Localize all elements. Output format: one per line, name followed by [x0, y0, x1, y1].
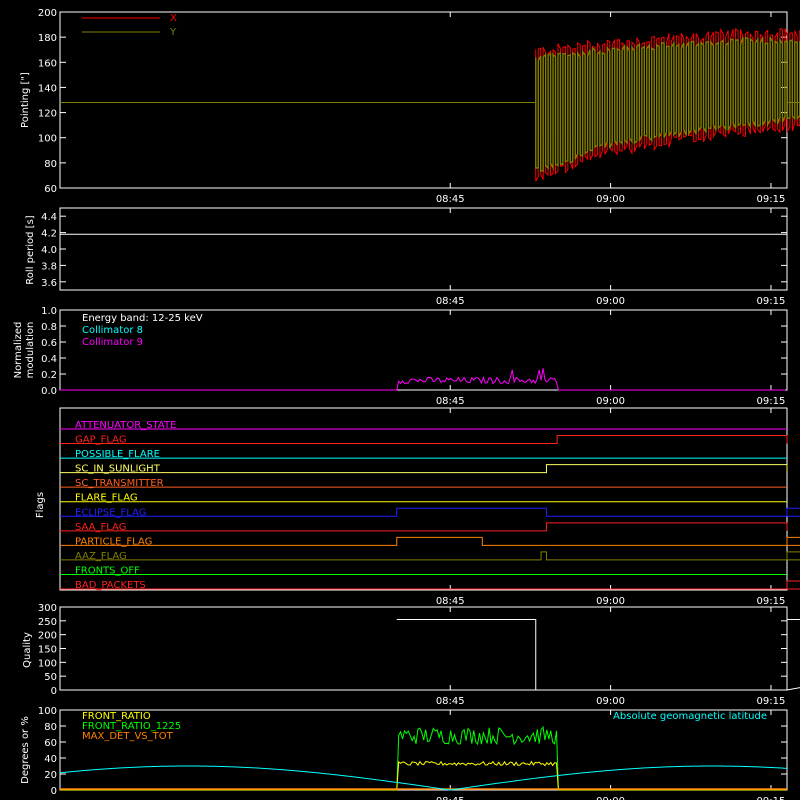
figure-background — [0, 0, 800, 800]
geomagnetic-ytick-label: 100 — [38, 706, 57, 717]
modulation-ytick-label: 0.4 — [41, 354, 57, 365]
flags-xtick-label: 09:00 — [596, 596, 625, 607]
roll-xtick-label: 09:00 — [596, 296, 625, 307]
modulation-xtick-label: 09:15 — [757, 396, 786, 407]
ylabel-roll: Roll period [s] — [25, 215, 36, 284]
legend-collimator-9: Collimator 9 — [82, 337, 143, 348]
pointing-ytick-label: 60 — [44, 184, 57, 195]
modulation-ytick-label: 1.0 — [41, 306, 57, 317]
legend-energy-band: Energy band: 12-25 keV — [82, 313, 203, 324]
ylabel-quality: Quality — [22, 632, 33, 668]
pointing-xtick-label: 09:00 — [596, 194, 625, 205]
modulation-ytick-label: 0.2 — [41, 370, 57, 381]
legend-y: Y — [169, 27, 177, 38]
legend-geomagnetic-latitude: Absolute geomagnetic latitude — [613, 711, 767, 722]
flag-label-possible-flare: POSSIBLE_FLARE — [75, 449, 160, 460]
legend-x: X — [170, 13, 177, 24]
roll-xtick-label: 08:45 — [436, 296, 465, 307]
ylabel-flags: Flags — [35, 492, 46, 518]
legend-max-det-vs-tot: MAX_DET_VS_TOT — [82, 731, 174, 742]
quality-xtick-label: 09:15 — [757, 696, 786, 707]
quality-ytick-label: 0 — [51, 686, 57, 697]
quality-ytick-label: 100 — [38, 658, 57, 669]
roll-ytick-label: 3.6 — [41, 278, 57, 289]
flag-label-attenuator-state: ATTENUATOR_STATE — [75, 420, 176, 431]
legend-collimator-8: Collimator 8 — [82, 325, 143, 336]
roll-xtick-label: 09:15 — [757, 296, 786, 307]
pointing-ytick-label: 100 — [38, 134, 57, 145]
quality-ytick-label: 50 — [44, 672, 57, 683]
pointing-ytick-label: 120 — [38, 109, 57, 120]
quality-ytick-label: 200 — [38, 631, 57, 642]
flag-label-aaz-flag: AAZ_FLAG — [75, 551, 127, 562]
ylabel-pointing: Pointing ["] — [20, 72, 31, 128]
ylabel-geomagnetic: Degrees or % — [20, 716, 31, 784]
pointing-ytick-label: 180 — [38, 33, 57, 44]
modulation-ytick-label: 0.6 — [41, 338, 57, 349]
geomagnetic-xtick-label: 08:45 — [436, 796, 465, 800]
roll-ytick-label: 4.2 — [41, 229, 57, 240]
quality-xtick-label: 08:45 — [436, 696, 465, 707]
pointing-xtick-label: 08:45 — [436, 194, 465, 205]
flags-xtick-label: 09:15 — [757, 596, 786, 607]
ylabel-modulation-line2: modulation — [25, 322, 36, 379]
modulation-xtick-label: 09:00 — [596, 396, 625, 407]
quality-xtick-label: 09:00 — [596, 696, 625, 707]
rhessi-quicklook-figure: 08:4509:0009:1509:3009:4510:0010:1560801… — [0, 0, 800, 800]
geomagnetic-ytick-label: 40 — [44, 754, 57, 765]
flag-label-saa-flag: SAA_FLAG — [75, 522, 126, 533]
roll-ytick-label: 4.0 — [41, 245, 57, 256]
geomagnetic-ytick-label: 0 — [51, 786, 57, 797]
flag-label-fronts-off: FRONTS_OFF — [75, 565, 140, 576]
geomagnetic-ytick-label: 80 — [44, 722, 57, 733]
pointing-xtick-label: 09:15 — [757, 194, 786, 205]
geomagnetic-xtick-label: 09:15 — [757, 796, 786, 800]
geomagnetic-xtick-label: 09:00 — [596, 796, 625, 800]
pointing-ytick-label: 160 — [38, 58, 57, 69]
roll-ytick-label: 3.8 — [41, 261, 57, 272]
pointing-ytick-label: 80 — [44, 159, 57, 170]
geomagnetic-ytick-label: 20 — [44, 770, 57, 781]
quality-ytick-label: 150 — [38, 645, 57, 656]
pointing-ytick-label: 140 — [38, 83, 57, 94]
modulation-xtick-label: 08:45 — [436, 396, 465, 407]
flag-label-sc-transmitter: SC_TRANSMITTER — [75, 478, 164, 489]
flag-label-eclipse-flag: ECLIPSE_FLAG — [75, 507, 146, 518]
flag-label-bad-packets: BAD_PACKETS — [75, 580, 146, 591]
flag-label-flare-flag: FLARE_FLAG — [75, 493, 138, 504]
flag-label-sc-in-sunlight: SC_IN_SUNLIGHT — [75, 464, 161, 475]
modulation-ytick-label: 0.0 — [41, 386, 57, 397]
roll-ytick-label: 4.4 — [41, 212, 57, 223]
flag-label-gap-flag: GAP_FLAG — [75, 435, 127, 446]
flags-xtick-label: 08:45 — [436, 596, 465, 607]
ylabel-modulation-line1: Normalized — [13, 322, 24, 379]
modulation-ytick-label: 0.8 — [41, 322, 57, 333]
quality-ytick-label: 250 — [38, 617, 57, 628]
pointing-ytick-label: 200 — [38, 8, 57, 19]
geomagnetic-ytick-label: 60 — [44, 738, 57, 749]
quality-ytick-label: 300 — [38, 603, 57, 614]
flag-label-particle-flag: PARTICLE_FLAG — [75, 536, 152, 547]
